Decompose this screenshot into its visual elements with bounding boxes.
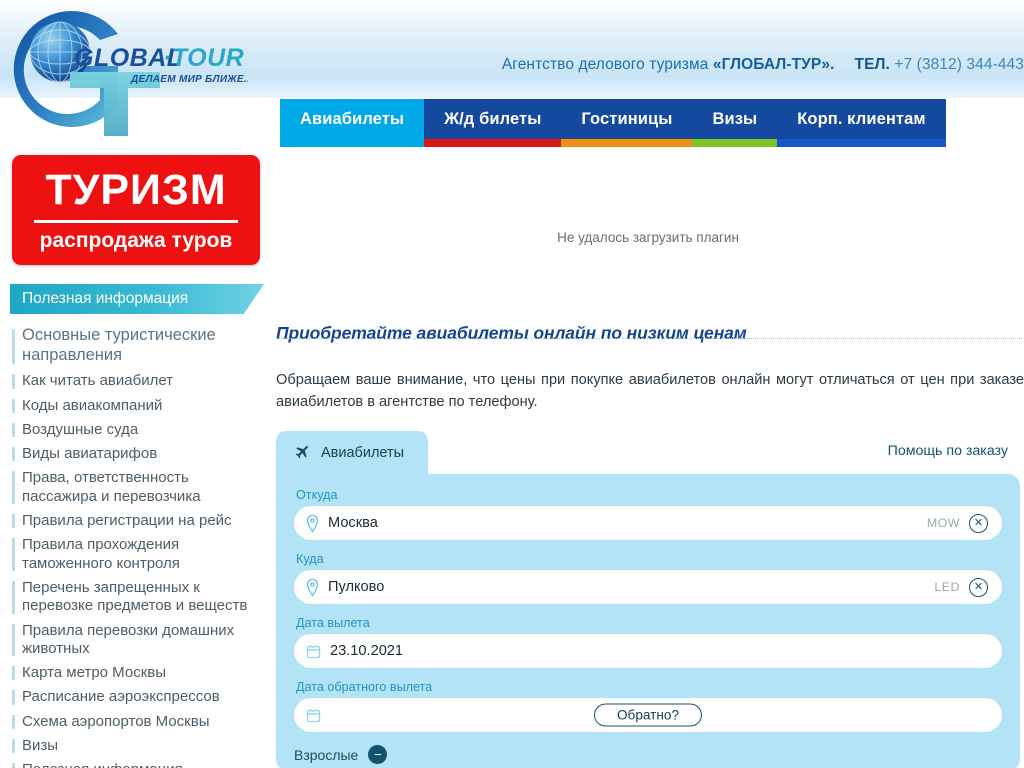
- sidebar-item-aeroexpress[interactable]: Расписание аэроэкспрессов: [0, 685, 272, 709]
- nav-underline: [777, 139, 946, 147]
- sidebar-section-title: Полезная информация: [22, 290, 189, 307]
- tourism-sale-banner[interactable]: ТУРИЗМ распродажа туров: [12, 155, 260, 265]
- agency-brand: «ГЛОБАЛ-ТУР».: [712, 56, 835, 73]
- depart-date-label: Дата вылета: [296, 616, 370, 630]
- nav-item-corporate[interactable]: Корп. клиентам: [777, 99, 946, 147]
- main-content: Не удалось загрузить плагин Приобретайте…: [272, 148, 1024, 768]
- return-date-input[interactable]: Обратно?: [294, 698, 1002, 732]
- nav-underline: [280, 139, 425, 147]
- sidebar-item-fare-types[interactable]: Виды авиатарифов: [0, 442, 272, 466]
- title-divider: [276, 338, 1022, 339]
- passengers-label: Взрослые: [294, 746, 359, 763]
- passengers-decrement-button[interactable]: −: [368, 745, 388, 764]
- sidebar-item-aircraft[interactable]: Воздушные суда: [0, 418, 272, 442]
- sidebar-item-useful-info[interactable]: Полезная информация: [0, 758, 272, 768]
- sidebar-item-rights[interactable]: Права, ответственность пассажира и перев…: [0, 466, 272, 509]
- airplane-icon: [295, 445, 309, 459]
- nav-label: Корп. клиентам: [797, 109, 926, 128]
- tel-label: ТЕЛ.: [854, 56, 890, 73]
- sidebar-item-prohibited[interactable]: Перечень запрещенных к перевозке предмет…: [0, 576, 272, 619]
- nav-label: Ж/д билеты: [444, 109, 542, 128]
- from-value: Москва: [328, 515, 378, 531]
- nav-underline: [692, 139, 778, 147]
- sidebar-item-read-ticket[interactable]: Как читать авиабилет: [0, 369, 272, 393]
- from-label: Откуда: [296, 488, 338, 502]
- svg-text:ДЕЛАЕМ МИР БЛИЖЕ...: ДЕЛАЕМ МИР БЛИЖЕ...: [130, 74, 248, 85]
- site-logo[interactable]: GLOBAL ·TOUR ДЕЛАЕМ МИР БЛИЖЕ...: [8, 8, 248, 138]
- sidebar-item-visas[interactable]: Визы: [0, 734, 272, 758]
- calendar-icon: [306, 644, 321, 658]
- tab-avia-label: Авиабилеты: [321, 444, 405, 461]
- passengers-row: Взрослые −: [294, 745, 1002, 764]
- sidebar-item-pets[interactable]: Правила перевозки домашних животных: [0, 619, 272, 662]
- banner-subtitle: распродажа туров: [39, 229, 233, 252]
- location-pin-icon: [306, 514, 319, 532]
- banner-title: ТУРИЗМ: [45, 166, 227, 214]
- intro-paragraph: Обращаем ваше внимание, что цены при пок…: [276, 371, 1024, 410]
- agency-text: Агентство делового туризма: [501, 56, 713, 73]
- sidebar-item-customs[interactable]: Правила прохождения таможенного контроля: [0, 533, 272, 576]
- main-navigation: Авиабилеты Ж/д билеты Гостиницы Визы Кор…: [280, 99, 1024, 147]
- nav-item-rail[interactable]: Ж/д билеты: [424, 99, 562, 147]
- sidebar-section-header: Полезная информация: [10, 284, 264, 314]
- nav-item-avia[interactable]: Авиабилеты: [280, 99, 425, 147]
- nav-item-visas[interactable]: Визы: [692, 99, 778, 147]
- help-link[interactable]: Помощь по заказу: [888, 443, 1008, 459]
- sidebar-item-metro-map[interactable]: Карта метро Москвы: [0, 661, 272, 685]
- globaltour-logo-icon: GLOBAL ·TOUR ДЕЛАЕМ МИР БЛИЖЕ...: [13, 10, 248, 136]
- nav-label: Визы: [712, 109, 758, 128]
- to-clear-icon[interactable]: ✕: [969, 577, 988, 597]
- nav-label: Авиабилеты: [300, 109, 405, 128]
- plugin-error-message: Не удалось загрузить плагин: [557, 230, 739, 245]
- tel-number[interactable]: +7 (3812) 344-443: [894, 56, 1024, 73]
- banner-divider: [34, 220, 238, 223]
- to-input[interactable]: Пулково LED ✕: [294, 570, 1002, 604]
- to-iata: LED: [934, 580, 960, 594]
- sidebar-item-airport-map[interactable]: Схема аэропортов Москвы: [0, 710, 272, 734]
- sidebar-item-directions[interactable]: Основные туристические направления: [0, 324, 272, 369]
- to-label: Куда: [296, 552, 324, 566]
- nav-label: Гостиницы: [581, 109, 673, 128]
- sidebar-list: Основные туристические направления Как ч…: [0, 324, 272, 768]
- sidebar-item-airline-codes[interactable]: Коды авиакомпаний: [0, 394, 272, 418]
- depart-date-value: 23.10.2021: [330, 643, 404, 659]
- nav-underline: [561, 139, 693, 147]
- return-trip-button[interactable]: Обратно?: [593, 703, 703, 727]
- page-title: Приобретайте авиабилеты онлайн по низким…: [276, 322, 747, 343]
- to-value: Пулково: [328, 579, 385, 595]
- calendar-icon: [306, 708, 321, 722]
- location-pin-icon: [306, 578, 319, 596]
- nav-item-hotels[interactable]: Гостиницы: [561, 99, 693, 147]
- site-header: GLOBAL ·TOUR ДЕЛАЕМ МИР БЛИЖЕ... Агентст…: [0, 0, 1024, 136]
- from-input[interactable]: Москва MOW ✕: [294, 506, 1002, 540]
- svg-text:·TOUR: ·TOUR: [163, 44, 244, 72]
- sidebar-item-checkin[interactable]: Правила регистрации на рейс: [0, 509, 272, 533]
- from-iata: MOW: [926, 516, 960, 530]
- page-root: GLOBAL ·TOUR ДЕЛАЕМ МИР БЛИЖЕ... Агентст…: [0, 0, 1024, 768]
- nav-underline: [424, 139, 562, 147]
- header-contact: Агентство делового туризма «ГЛОБАЛ-ТУР».…: [502, 56, 1024, 74]
- booking-widget: Авиабилеты Помощь по заказу Откуда Москв…: [276, 431, 1020, 768]
- depart-date-input[interactable]: 23.10.2021: [294, 634, 1002, 668]
- sidebar: ТУРИЗМ распродажа туров Полезная информа…: [0, 148, 272, 768]
- return-date-label: Дата обратного вылета: [296, 680, 433, 694]
- booking-form: Откуда Москва MOW ✕ Куда Пулково LED ✕ Д…: [276, 474, 1020, 768]
- from-clear-icon[interactable]: ✕: [969, 513, 988, 533]
- tab-avia[interactable]: Авиабилеты: [276, 431, 428, 474]
